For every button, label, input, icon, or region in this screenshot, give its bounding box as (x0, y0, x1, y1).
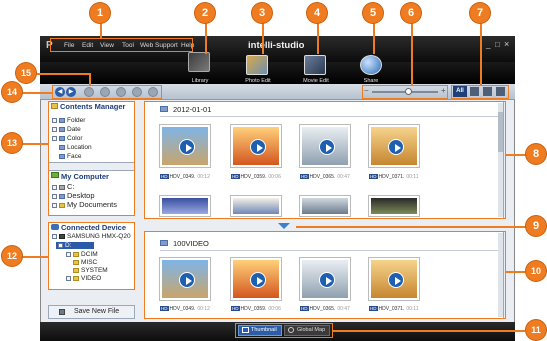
callout-4: 4 (307, 3, 327, 23)
callout-3: 3 (252, 3, 272, 23)
callout-line (89, 73, 91, 86)
callout-5: 5 (363, 3, 383, 23)
splitter-handle[interactable] (278, 223, 290, 229)
callout-line (317, 20, 319, 54)
callout-12: 12 (2, 246, 22, 266)
save-icon (59, 309, 65, 315)
callout-6: 6 (401, 3, 421, 23)
callout-15: 15 (16, 63, 36, 83)
callout-9: 9 (526, 216, 546, 236)
callout-line (333, 330, 525, 332)
callout-line (205, 20, 207, 54)
callout-line (22, 143, 48, 145)
callout-1: 1 (90, 3, 110, 23)
callout-line (262, 20, 264, 54)
callout-14: 14 (2, 82, 22, 102)
highlight-bottom-content (144, 231, 506, 319)
callout-line (22, 92, 52, 94)
close-button[interactable]: × (504, 39, 509, 49)
callout-8: 8 (526, 144, 546, 164)
share-icon[interactable] (360, 55, 382, 75)
highlight-connected-device (48, 222, 135, 290)
highlight-toolbar-nav (52, 85, 162, 99)
highlight-view-toggle (235, 323, 333, 338)
manual-figure: P File Edit View Tool Web Support Help i… (0, 0, 547, 341)
callout-line (506, 271, 528, 273)
callout-line (296, 226, 526, 228)
app-title: intelli-studio (248, 40, 305, 51)
highlight-top-content (144, 101, 506, 219)
callout-13: 13 (2, 133, 22, 153)
save-new-file-label: Save New File (74, 308, 120, 315)
maximize-button[interactable]: □ (495, 40, 500, 49)
callout-line (22, 256, 48, 258)
highlight-contents-manager (48, 101, 135, 216)
photo-edit-icon[interactable] (246, 55, 268, 75)
highlight-filter (451, 85, 509, 99)
highlight-slider (362, 85, 448, 99)
minimize-button[interactable]: _ (486, 40, 490, 49)
callout-line (480, 20, 482, 85)
callout-11: 11 (526, 320, 546, 340)
callout-10: 10 (526, 261, 546, 281)
callout-line (373, 20, 375, 54)
callout-line (36, 73, 90, 75)
highlight-menu (50, 38, 193, 52)
library-icon[interactable] (188, 52, 210, 72)
callout-line (411, 20, 413, 85)
callout-7: 7 (470, 3, 490, 23)
callout-2: 2 (195, 3, 215, 23)
movie-edit-icon[interactable] (304, 55, 326, 75)
callout-line (506, 154, 528, 156)
